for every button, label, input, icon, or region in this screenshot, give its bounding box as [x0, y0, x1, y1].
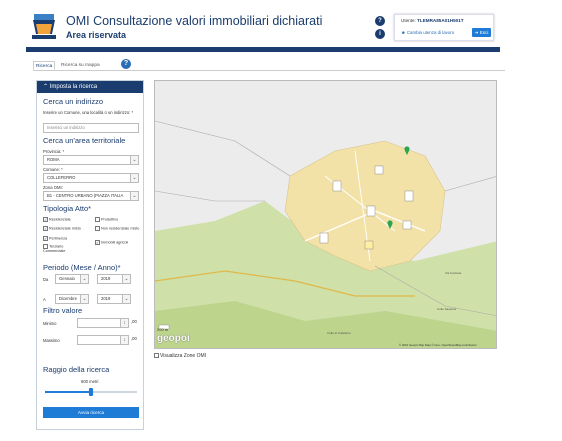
provincia-label: Provincia: *	[43, 149, 65, 154]
raggio-slider-fill	[45, 391, 91, 393]
stepper-icon: ↕	[120, 336, 128, 344]
check-non-residenziale[interactable]: Non residenziale misto	[95, 226, 141, 231]
tab-ricerca[interactable]: Ricerca	[33, 61, 56, 70]
minimo-input[interactable]: ↕	[77, 318, 129, 328]
check-agricoli[interactable]: ✓ Immobili agricoli	[95, 240, 128, 245]
map-place-label: Colle Sassone	[437, 307, 457, 311]
tab-ricerca-mappa[interactable]: Ricerca su mappa	[59, 61, 102, 70]
raggio-slider-handle[interactable]	[89, 388, 93, 396]
page-subtitle: Area riservata	[66, 30, 127, 40]
da-label: Da	[43, 277, 49, 282]
change-user-link[interactable]: ☻ Cambia utenza di lavoro	[401, 30, 454, 35]
user-label: Utente: TLEMRA85A01H501T	[401, 18, 464, 23]
zona-label: Zona OMI:	[43, 185, 63, 190]
checkbox-checked-icon: ✓	[43, 226, 48, 231]
stepper-icon: ↕	[120, 319, 128, 327]
chevron-down-icon: ⌄	[80, 295, 88, 303]
periodo-title: Periodo (Mese / Anno)*	[43, 263, 121, 272]
check-produttivo[interactable]: Produttivo	[95, 217, 118, 222]
minimo-suffix: ,00	[131, 319, 137, 324]
a-anno-select[interactable]: 2019 ⌄	[97, 294, 131, 304]
raggio-slider-track[interactable]	[45, 388, 137, 396]
address-section-title: Cerca un indirizzo	[43, 97, 104, 106]
users-icon: ☻	[401, 30, 406, 35]
map-scale: 200 m	[157, 327, 169, 332]
tipologia-title: Tipologia Atto*	[43, 204, 92, 213]
comune-select[interactable]: COLLEFERRO ⌄	[43, 173, 139, 183]
checkbox-icon	[154, 353, 159, 359]
chevron-down-icon: ⌄	[80, 275, 88, 283]
logout-icon: ➜	[474, 30, 479, 35]
checkbox-icon	[95, 226, 100, 231]
a-mese-select[interactable]: Dicembre ⌄	[55, 294, 89, 304]
da-mese-select[interactable]: Gennaio ⌄	[55, 274, 89, 284]
da-anno-select[interactable]: 2019 ⌄	[97, 274, 131, 284]
panel-header[interactable]: ⌃ Imposta la ricerca	[37, 81, 143, 93]
map-attribution: © 2019 Geopoi Map Data © here, OpenStree…	[399, 343, 477, 347]
chevron-up-icon: ⌃	[43, 84, 49, 90]
tab-divider	[33, 70, 505, 71]
chevron-down-icon: ⌄	[130, 174, 138, 182]
checkbox-icon	[95, 217, 100, 222]
massimo-input[interactable]: ↕	[77, 335, 129, 345]
checkbox-checked-icon: ✓	[95, 240, 100, 245]
map-place-label: Colle di Colleferro	[327, 331, 351, 335]
check-residenziale-misto[interactable]: ✓ Residenziale misto	[43, 226, 81, 231]
page-title: OMI Consultazione valori immobiliari dic…	[66, 14, 323, 28]
visualizza-zone-checkbox[interactable]: Visualizza Zone OMI	[154, 353, 206, 359]
filtro-title: Filtro valore	[43, 306, 83, 315]
raggio-title: Raggio della ricerca	[43, 365, 110, 374]
massimo-suffix: ,00	[131, 336, 137, 341]
massimo-label: Massimo	[43, 338, 60, 343]
check-residenziale[interactable]: ✓ Residenziale	[43, 217, 71, 222]
a-label: A	[43, 297, 46, 302]
chevron-down-icon: ⌄	[130, 192, 138, 200]
provincia-select[interactable]: ROMA ⌄	[43, 155, 139, 165]
address-input[interactable]: Inserisci un indirizzo	[43, 123, 139, 133]
header-bar	[26, 47, 500, 52]
avvia-ricerca-button[interactable]: Avvia ricerca	[43, 407, 139, 418]
minimo-label: Minimo	[43, 321, 57, 326]
agenzia-entrate-logo	[30, 12, 58, 42]
geopoi-logo: geopoi	[157, 333, 190, 344]
checkbox-checked-icon: ✓	[43, 236, 48, 241]
chevron-down-icon: ⌄	[122, 295, 130, 303]
comune-label: Comune: *	[43, 167, 63, 172]
checkbox-checked-icon: ✓	[43, 217, 48, 222]
area-section-title: Cerca un'area territoriale	[43, 136, 126, 145]
info-icon[interactable]: i	[375, 29, 385, 39]
user-box: Utente: TLEMRA85A01H501T ☻ Cambia utenza…	[394, 14, 494, 41]
chevron-down-icon: ⌄	[130, 156, 138, 164]
chevron-down-icon: ⌄	[122, 275, 130, 283]
search-panel: ⌃ Imposta la ricerca Cerca un indirizzo …	[36, 80, 144, 430]
help-icon[interactable]: ?	[121, 59, 131, 69]
help-icon[interactable]: ?	[375, 16, 385, 26]
map-view[interactable]: 200 m geopoi © 2019 Geopoi Map Data © he…	[154, 80, 497, 349]
check-pertinenza[interactable]: ✓ Pertinenza	[43, 236, 67, 241]
map-place-label: Via Fontana	[445, 271, 462, 275]
logout-button[interactable]: ➜ Esci	[472, 28, 491, 37]
check-terziario[interactable]: Terziario Commerciale	[43, 244, 85, 254]
zona-select[interactable]: B1 - CENTRO URBANO (PIAZZA ITALIA ⌄	[43, 191, 139, 201]
raggio-value: 600 metri	[81, 379, 99, 384]
address-help: Inserire un Comune, una località o un in…	[43, 110, 134, 115]
